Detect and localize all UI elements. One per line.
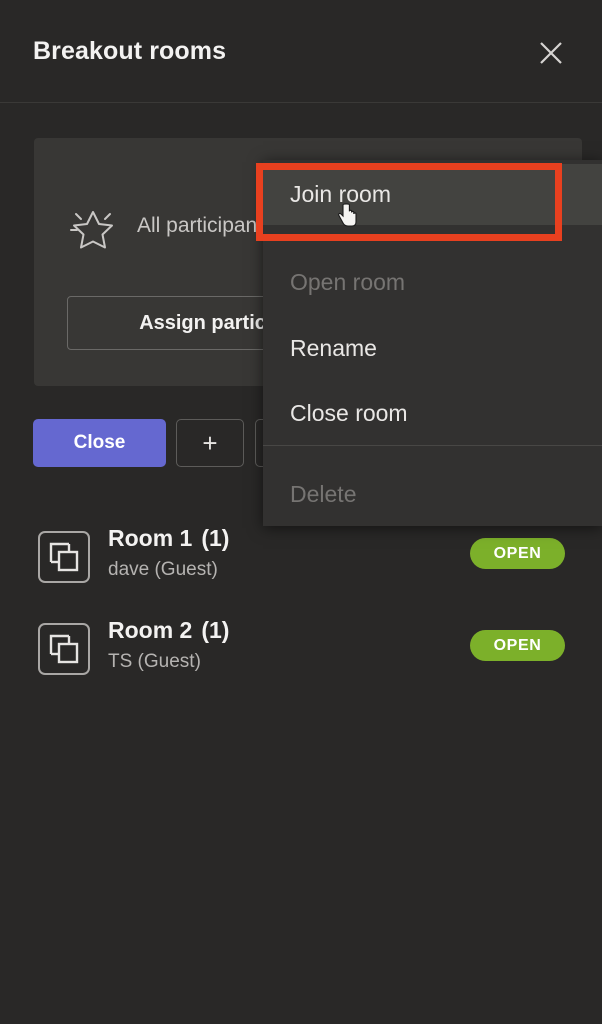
room-list: Room 1 (1) dave (Guest) OPEN Room 2 (1) TS…: [0, 512, 602, 696]
menu-item-close-room[interactable]: Close room: [263, 383, 602, 444]
panel-header: Breakout rooms: [0, 0, 602, 103]
breakout-rooms-panel: Breakout rooms All participants Assign p…: [0, 0, 602, 1024]
menu-item-join-room[interactable]: Join room: [263, 164, 602, 225]
add-room-button[interactable]: +: [176, 419, 244, 467]
breakout-room-icon: [38, 531, 90, 583]
table-row[interactable]: Room 2 (1) TS (Guest) OPEN: [0, 604, 602, 696]
page-title: Breakout rooms: [33, 37, 227, 65]
close-icon[interactable]: [534, 36, 568, 70]
room-name: Room 1 (1): [108, 525, 229, 552]
room-members: dave (Guest): [108, 559, 218, 580]
status-badge: OPEN: [470, 630, 565, 661]
menu-divider: [263, 445, 602, 446]
room-participant-count: (1): [201, 617, 230, 643]
room-name: Room 2 (1): [108, 617, 229, 644]
menu-item-open-room: Open room: [290, 269, 406, 295]
breakout-room-icon: [38, 623, 90, 675]
menu-item-delete: Delete: [290, 481, 357, 507]
close-rooms-button[interactable]: Close: [33, 419, 166, 467]
room-name-text: Room 1: [108, 525, 193, 551]
room-name-text: Room 2: [108, 617, 193, 643]
room-members: TS (Guest): [108, 651, 201, 672]
all-participants-label: All participants: [137, 214, 274, 237]
sparkle-star-icon: [67, 201, 119, 253]
status-badge: OPEN: [470, 538, 565, 569]
room-participant-count: (1): [201, 525, 230, 551]
menu-item-rename[interactable]: Rename: [263, 318, 602, 379]
room-context-menu: Join room Open room Rename Close room De…: [263, 160, 602, 526]
